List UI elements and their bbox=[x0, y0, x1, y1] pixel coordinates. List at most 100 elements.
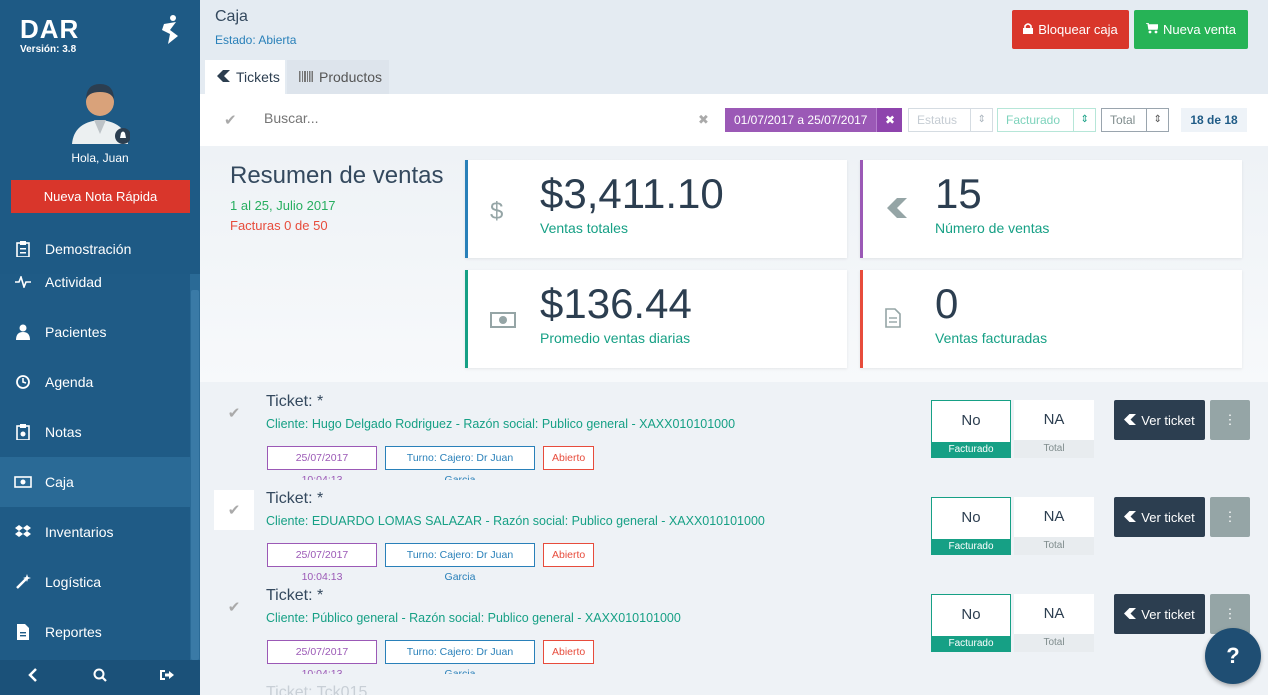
invoiced-label: Facturado bbox=[931, 442, 1011, 458]
invoiced-indicator: No Facturado bbox=[931, 400, 1011, 458]
clear-search-icon[interactable]: ✖ bbox=[698, 112, 709, 128]
total-indicator: NA Total bbox=[1014, 400, 1094, 458]
more-options-button[interactable]: ⋮ bbox=[1210, 497, 1250, 537]
total-label: Total bbox=[1014, 440, 1094, 458]
date-range-filter[interactable]: 01/07/2017 a 25/07/2017 ✖ bbox=[725, 108, 903, 132]
summary-range: 1 al 25, Julio 2017 bbox=[230, 198, 336, 213]
search-icon[interactable] bbox=[70, 668, 130, 687]
boxes-icon bbox=[0, 525, 45, 539]
card-value: 0 bbox=[935, 280, 959, 327]
invoiced-indicator: No Facturado bbox=[931, 594, 1011, 652]
sidebar-item-label: Inventarios bbox=[45, 524, 114, 540]
ticket-row[interactable]: ✔ Ticket: * Cliente: Hugo Delgado Rodrig… bbox=[200, 383, 1268, 486]
sidebar-item-notas[interactable]: Notas bbox=[0, 407, 190, 457]
barcode-icon bbox=[299, 69, 313, 85]
notes-icon bbox=[0, 424, 45, 440]
kebab-icon: ⋮ bbox=[1223, 509, 1237, 524]
invoiced-label: Facturado bbox=[931, 636, 1011, 652]
sidebar-item-reportes[interactable]: Reportes bbox=[0, 607, 190, 657]
sidebar-item-label: Caja bbox=[45, 474, 74, 490]
sidebar-item-logistica[interactable]: Logística bbox=[0, 557, 190, 607]
ticket-row-partial[interactable]: Ticket: Tck015 bbox=[200, 674, 1268, 695]
ticket-icon bbox=[885, 198, 907, 224]
ticket-client[interactable]: Cliente: EDUARDO LOMAS SALAZAR - Razón s… bbox=[266, 514, 765, 528]
tab-tickets[interactable]: Tickets bbox=[205, 60, 285, 94]
sidebar-item-pacientes[interactable]: Pacientes bbox=[0, 307, 190, 357]
main-content: Caja Estado: Abierta Bloquear caja Nueva… bbox=[200, 0, 1268, 695]
ticket-title: Ticket: * bbox=[266, 490, 324, 507]
file-icon bbox=[0, 624, 45, 640]
lock-icon bbox=[1023, 22, 1034, 37]
ticket-row[interactable]: ✔ Ticket: * Cliente: EDUARDO LOMAS SALAZ… bbox=[200, 480, 1268, 583]
search-input[interactable] bbox=[264, 110, 684, 126]
cart-icon bbox=[1146, 22, 1159, 37]
view-ticket-button[interactable]: Ver ticket bbox=[1114, 497, 1205, 537]
total-indicator: NA Total bbox=[1014, 497, 1094, 555]
status-select[interactable]: Estatus ⇕ bbox=[908, 108, 993, 132]
invoiced-value: No bbox=[961, 606, 981, 623]
date-range-label: 01/07/2017 a 25/07/2017 bbox=[725, 108, 877, 132]
user-icon bbox=[0, 324, 45, 340]
total-select[interactable]: Total ⇕ bbox=[1101, 108, 1169, 132]
invoiced-indicator: No Facturado bbox=[931, 497, 1011, 555]
page-title: Caja bbox=[215, 8, 248, 25]
brand-logo-icon bbox=[162, 15, 178, 44]
view-ticket-label: Ver ticket bbox=[1141, 412, 1195, 428]
total-value: NA bbox=[1043, 508, 1065, 525]
sidebar-footer bbox=[0, 660, 200, 695]
row-check-icon[interactable]: ✔ bbox=[214, 490, 254, 530]
view-ticket-label: Ver ticket bbox=[1141, 509, 1195, 525]
money-icon bbox=[490, 308, 516, 334]
ticket-title: Ticket: Tck015 bbox=[266, 684, 368, 695]
remove-date-filter-icon[interactable]: ✖ bbox=[876, 108, 903, 132]
card-caption: Ventas facturadas bbox=[935, 330, 1048, 346]
ticket-row[interactable]: ✔ Ticket: * Cliente: Público general - R… bbox=[200, 577, 1268, 680]
view-ticket-button[interactable]: Ver ticket bbox=[1114, 594, 1205, 634]
view-ticket-button[interactable]: Ver ticket bbox=[1114, 400, 1205, 440]
sidebar-item-caja[interactable]: Caja bbox=[0, 457, 190, 507]
sidebar-scroll-thumb[interactable] bbox=[191, 290, 199, 660]
invoiced-sales-card: 0 Ventas facturadas bbox=[860, 270, 1242, 368]
ticket-icon bbox=[1124, 413, 1137, 428]
ticket-client[interactable]: Cliente: Público general - Razón social:… bbox=[266, 611, 681, 625]
invoiced-value: No bbox=[961, 509, 981, 526]
ticket-icon bbox=[1124, 510, 1137, 525]
quick-note-button[interactable]: Nueva Nota Rápida bbox=[11, 180, 190, 213]
sidebar-item-inventarios[interactable]: Inventarios bbox=[0, 507, 190, 557]
ticket-date-badge: 25/07/2017 10:04:13 bbox=[267, 446, 377, 486]
row-check-icon[interactable]: ✔ bbox=[214, 587, 254, 627]
collapse-icon[interactable] bbox=[3, 668, 63, 687]
invoiced-value: No bbox=[961, 412, 981, 429]
ticket-client[interactable]: Cliente: Hugo Delgado Rodriguez - Razón … bbox=[266, 417, 735, 431]
ticket-title: Ticket: * bbox=[266, 393, 324, 410]
sidebar-item-label: Actividad bbox=[45, 274, 102, 290]
card-caption: Número de ventas bbox=[935, 220, 1050, 236]
cash-icon bbox=[0, 476, 45, 488]
sidebar-item-actividad[interactable]: Actividad bbox=[0, 260, 190, 304]
tab-label: Tickets bbox=[236, 69, 280, 85]
sales-summary: Resumen de ventas 1 al 25, Julio 2017 Fa… bbox=[200, 146, 1268, 382]
card-value: 15 bbox=[935, 170, 982, 217]
sidebar-item-label: Demostración bbox=[45, 241, 132, 257]
avatar[interactable] bbox=[70, 78, 130, 144]
card-value: $136.44 bbox=[540, 280, 692, 327]
select-all-check-icon[interactable]: ✔ bbox=[224, 111, 237, 129]
invoiced-select[interactable]: Facturado ⇕ bbox=[997, 108, 1096, 132]
tab-productos[interactable]: Productos bbox=[287, 60, 389, 94]
wand-icon bbox=[0, 574, 45, 590]
more-options-button[interactable]: ⋮ bbox=[1210, 400, 1250, 440]
logout-icon[interactable] bbox=[137, 668, 197, 687]
sidebar-item-label: Agenda bbox=[45, 374, 94, 390]
sidebar-item-label: Logística bbox=[45, 574, 102, 590]
sales-count-card: 15 Número de ventas bbox=[860, 160, 1242, 258]
user-greeting: Hola, Juan bbox=[71, 151, 129, 165]
summary-title: Resumen de ventas bbox=[230, 162, 444, 189]
help-button[interactable]: ? bbox=[1205, 628, 1261, 684]
row-check-icon[interactable]: ✔ bbox=[214, 393, 254, 433]
new-sale-button[interactable]: Nueva venta bbox=[1134, 10, 1248, 49]
sidebar-item-agenda[interactable]: Agenda bbox=[0, 357, 190, 407]
lock-register-label: Bloquear caja bbox=[1038, 22, 1118, 37]
tab-label: Productos bbox=[319, 69, 383, 85]
lock-register-button[interactable]: Bloquear caja bbox=[1012, 10, 1129, 49]
total-value: NA bbox=[1043, 605, 1065, 622]
